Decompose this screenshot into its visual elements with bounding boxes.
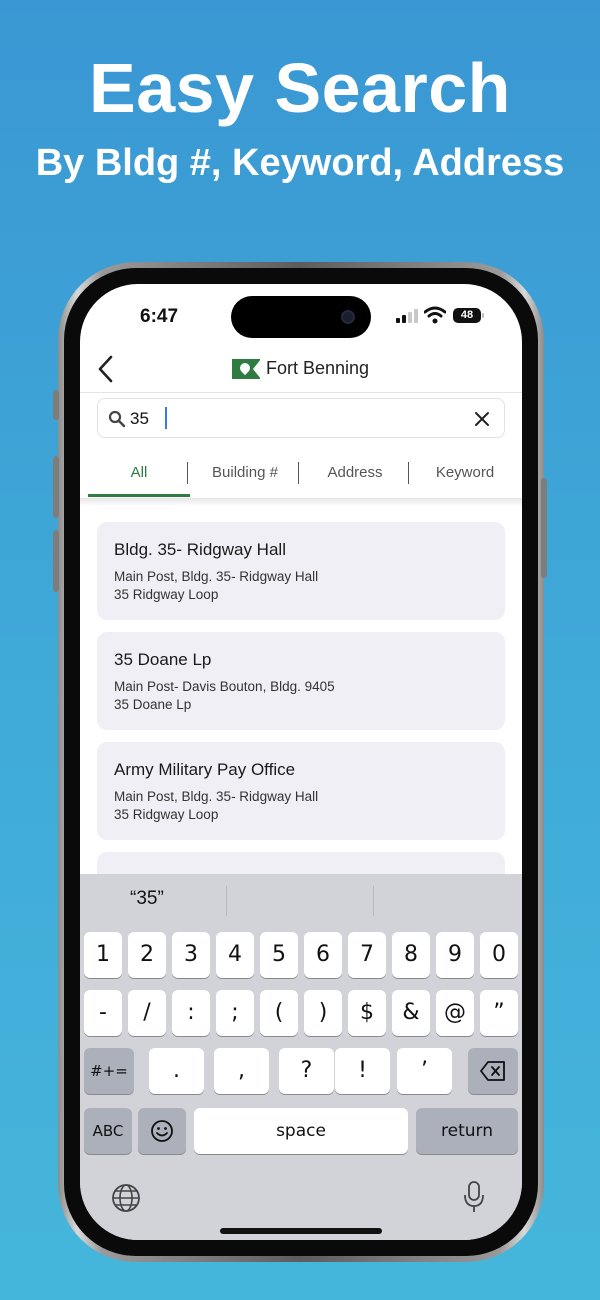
key-at[interactable]: @ (436, 990, 474, 1036)
result-location: Main Post, Bldg. 35- Ridgway Hall (114, 569, 319, 584)
suggestion-separator (373, 886, 374, 916)
tabs-shadow (80, 498, 522, 506)
numeric-keyboard: “35” 1 2 3 4 5 6 7 8 9 0 - / : ; ( ) $ &… (80, 874, 522, 1240)
return-key[interactable]: return (416, 1108, 518, 1154)
key-6[interactable]: 6 (304, 932, 342, 978)
back-chevron-icon[interactable] (94, 354, 118, 384)
suggestion-separator (226, 886, 227, 916)
key-apostrophe[interactable]: ’ (397, 1048, 452, 1094)
tab-all[interactable]: All (88, 464, 190, 481)
tab-separator (408, 462, 409, 484)
key-9[interactable]: 9 (436, 932, 474, 978)
emoji-key[interactable] (138, 1108, 186, 1154)
search-icon (108, 410, 126, 428)
result-address: 35 Doane Lp (114, 697, 192, 712)
result-location: Main Post- Davis Bouton, Bldg. 9405 (114, 679, 335, 694)
key-dollar[interactable]: $ (348, 990, 386, 1036)
key-more-symbols[interactable]: #+= (84, 1048, 134, 1094)
key-comma[interactable]: , (214, 1048, 269, 1094)
tab-separator (187, 462, 188, 484)
wifi-icon (424, 306, 446, 324)
key-colon[interactable]: : (172, 990, 210, 1036)
result-title: Bldg. 35- Ridgway Hall (114, 540, 286, 559)
key-4[interactable]: 4 (216, 932, 254, 978)
text-caret (165, 407, 167, 429)
backspace-icon (480, 1061, 505, 1081)
nav-divider (80, 392, 522, 393)
result-address: 35 Ridgway Loop (114, 807, 219, 822)
key-exclamation[interactable]: ! (335, 1048, 390, 1094)
key-3[interactable]: 3 (172, 932, 210, 978)
phone-volume-down-button (53, 530, 59, 592)
key-slash[interactable]: / (128, 990, 166, 1036)
space-key[interactable]: space (194, 1108, 408, 1154)
result-title: Army Military Pay Office (114, 760, 296, 779)
search-value: 35 (130, 409, 149, 428)
result-card[interactable]: 35 Doane Lp Main Post- Davis Bouton, Bld… (97, 632, 505, 730)
front-camera-icon (341, 310, 355, 324)
key-quote[interactable]: ” (480, 990, 518, 1036)
clear-search-icon[interactable] (474, 411, 490, 427)
page-title: Fort Benning (266, 358, 370, 378)
key-1[interactable]: 1 (84, 932, 122, 978)
key-2[interactable]: 2 (128, 932, 166, 978)
dynamic-island (231, 296, 371, 338)
delete-key[interactable] (468, 1048, 518, 1094)
key-ampersand[interactable]: & (392, 990, 430, 1036)
search-input[interactable]: 35 (97, 398, 505, 438)
headline-title: Easy Search (89, 49, 511, 127)
key-open-paren[interactable]: ( (260, 990, 298, 1036)
cellular-signal-icon (396, 309, 418, 323)
result-title: 35 Doane Lp (114, 650, 212, 669)
tab-separator (298, 462, 299, 484)
key-hyphen[interactable]: - (84, 990, 122, 1036)
battery-icon: 48 (453, 308, 481, 323)
key-question[interactable]: ? (279, 1048, 334, 1094)
battery-tip (482, 313, 484, 318)
fort-flag-logo-icon (232, 359, 261, 379)
suggestion-item[interactable]: “35” (130, 888, 164, 910)
key-abc[interactable]: ABC (84, 1108, 132, 1154)
result-address: 35 Ridgway Loop (114, 587, 219, 602)
key-8[interactable]: 8 (392, 932, 430, 978)
tab-building-number[interactable]: Building # (192, 464, 298, 481)
result-card[interactable]: Army Military Pay Office Main Post, Bldg… (97, 742, 505, 840)
home-indicator (220, 1228, 382, 1234)
active-tab-indicator (88, 494, 190, 497)
result-location: Main Post, Bldg. 35- Ridgway Hall (114, 789, 319, 804)
status-time: 6:47 (140, 306, 179, 327)
app-screen: 6:47 48 Fort Benning 35 All Building # A… (80, 284, 522, 1240)
key-period[interactable]: . (149, 1048, 204, 1094)
search-filter-tabs: All Building # Address Keyword (80, 456, 522, 498)
globe-icon[interactable] (110, 1182, 142, 1214)
key-semicolon[interactable]: ; (216, 990, 254, 1036)
phone-action-button (53, 390, 59, 420)
tab-address[interactable]: Address (302, 464, 408, 481)
key-7[interactable]: 7 (348, 932, 386, 978)
phone-power-button (541, 478, 547, 578)
emoji-icon (151, 1120, 173, 1142)
phone-volume-up-button (53, 456, 59, 518)
microphone-icon[interactable] (462, 1180, 486, 1214)
key-0[interactable]: 0 (480, 932, 518, 978)
result-card[interactable]: Bldg. 35- Ridgway Hall Main Post, Bldg. … (97, 522, 505, 620)
headline-subtitle: By Bldg #, Keyword, Address (35, 142, 565, 184)
tab-keyword[interactable]: Keyword (412, 464, 518, 481)
key-5[interactable]: 5 (260, 932, 298, 978)
key-close-paren[interactable]: ) (304, 990, 342, 1036)
